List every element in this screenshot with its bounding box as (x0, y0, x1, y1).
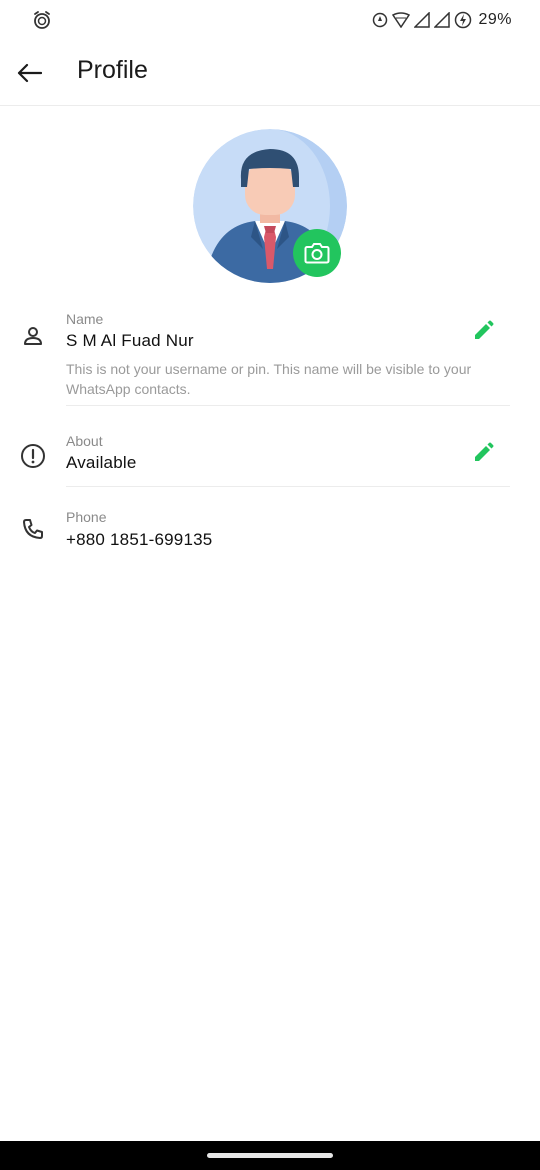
arrow-back-icon (17, 63, 42, 83)
info-icon (18, 441, 48, 471)
divider (66, 405, 510, 406)
status-icons: 29% (372, 9, 512, 31)
data-saver-icon (372, 12, 388, 28)
person-icon (18, 321, 48, 351)
system-nav-bar (0, 1141, 540, 1170)
status-bar: 29% (0, 0, 540, 40)
about-label: About (66, 433, 103, 449)
phone-icon (18, 514, 48, 544)
home-indicator[interactable] (207, 1153, 333, 1158)
pencil-icon (475, 320, 494, 339)
profile-photo[interactable] (193, 129, 347, 283)
pencil-icon (475, 442, 494, 461)
edit-about-button[interactable] (468, 438, 498, 468)
signal-icon (434, 12, 451, 28)
camera-icon (304, 243, 330, 264)
alarm-icon (32, 10, 52, 30)
name-row[interactable]: Name S M Al Fuad Nur This is not your us… (0, 305, 540, 406)
signal-icon (414, 12, 431, 28)
about-value: Available (66, 453, 137, 472)
phone-row: Phone +880 1851-699135 (0, 504, 540, 564)
wifi-icon (392, 12, 411, 28)
back-button[interactable] (12, 56, 46, 90)
phone-label: Phone (66, 509, 107, 525)
name-hint: This is not your username or pin. This n… (66, 361, 472, 397)
app-bar: Profile (0, 40, 540, 106)
page-title: Profile (77, 56, 148, 84)
name-value: S M Al Fuad Nur (66, 331, 194, 350)
edit-name-button[interactable] (468, 316, 498, 346)
divider (66, 486, 510, 487)
about-row[interactable]: About Available (0, 427, 540, 487)
name-label: Name (66, 311, 104, 327)
battery-percent: 29% (478, 11, 512, 28)
phone-value: +880 1851-699135 (66, 530, 213, 549)
battery-charging-icon (454, 11, 472, 29)
camera-button[interactable] (293, 229, 341, 277)
